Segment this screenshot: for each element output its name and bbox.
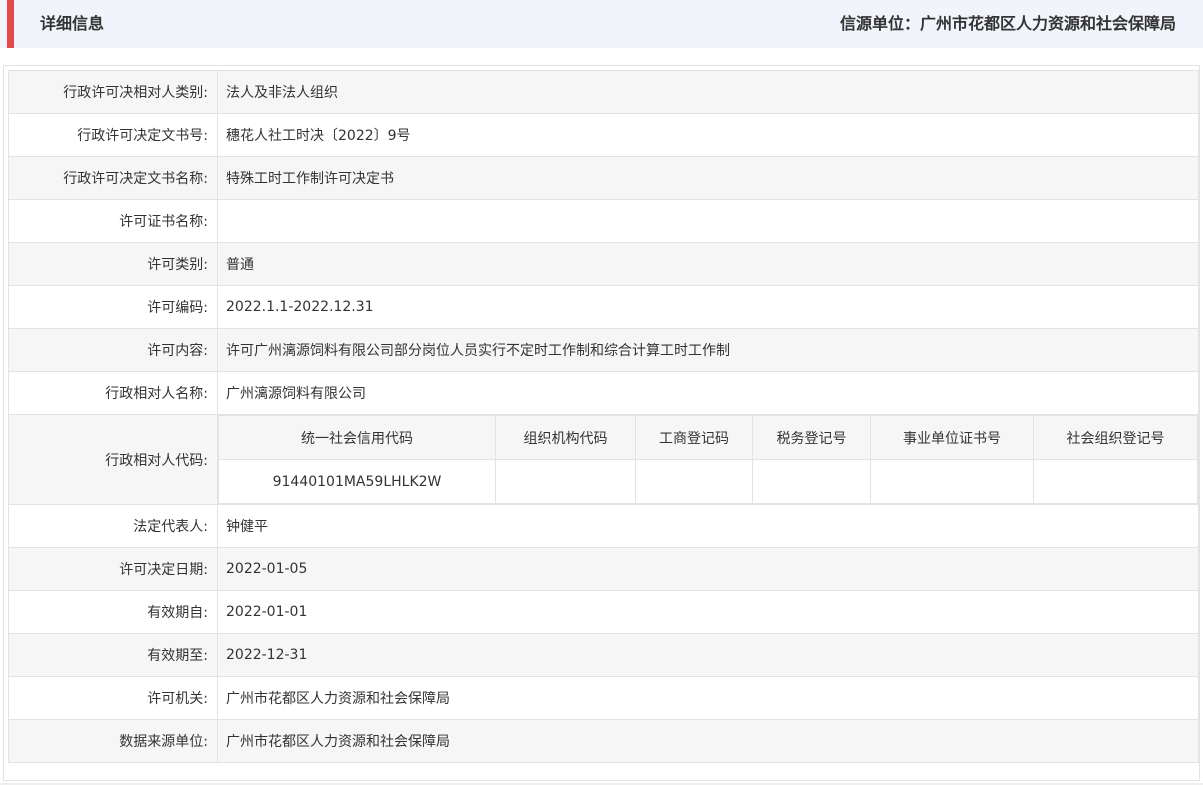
code-table-cell: 统一社会信用代码 组织机构代码 工商登记码 税务登记号 事业单位证书号 社会组织… <box>217 414 1199 505</box>
field-label: 许可内容: <box>8 328 218 372</box>
field-label: 行政许可决相对人类别: <box>8 70 218 114</box>
table-row: 数据来源单位: 广州市花都区人力资源和社会保障局 <box>8 719 1199 763</box>
code-table: 统一社会信用代码 组织机构代码 工商登记码 税务登记号 事业单位证书号 社会组织… <box>218 415 1198 504</box>
field-label: 许可证书名称: <box>8 199 218 243</box>
page-title: 详细信息 <box>40 14 105 33</box>
code-value-row: 91440101MA59LHLK2W <box>218 459 1198 504</box>
field-value: 2022-12-31 <box>217 633 1199 677</box>
field-label: 行政相对人代码: <box>8 414 218 505</box>
table-row: 行政许可决定文书名称: 特殊工时工作制许可决定书 <box>8 156 1199 200</box>
table-row: 法定代表人: 钟健平 <box>8 504 1199 548</box>
field-label: 许可编码: <box>8 285 218 329</box>
table-row: 许可证书名称: <box>8 199 1199 243</box>
field-value <box>217 199 1199 243</box>
field-value: 穗花人社工时决〔2022〕9号 <box>217 113 1199 157</box>
field-label: 许可决定日期: <box>8 547 218 591</box>
code-header: 税务登记号 <box>752 415 871 460</box>
code-value <box>1033 459 1198 504</box>
code-header: 工商登记码 <box>635 415 753 460</box>
detail-table: 行政许可决相对人类别: 法人及非法人组织 行政许可决定文书号: 穗花人社工时决〔… <box>8 70 1199 763</box>
code-header: 事业单位证书号 <box>870 415 1034 460</box>
table-row: 许可类别: 普通 <box>8 242 1199 286</box>
field-value: 广州漓源饲料有限公司 <box>217 371 1199 415</box>
table-row: 有效期至: 2022-12-31 <box>8 633 1199 677</box>
field-value: 广州市花都区人力资源和社会保障局 <box>217 676 1199 720</box>
field-value: 广州市花都区人力资源和社会保障局 <box>217 719 1199 763</box>
field-label: 行政许可决定文书号: <box>8 113 218 157</box>
table-row: 许可机关: 广州市花都区人力资源和社会保障局 <box>8 676 1199 720</box>
field-value: 钟健平 <box>217 504 1199 548</box>
field-value: 许可广州漓源饲料有限公司部分岗位人员实行不定时工作制和综合计算工时工作制 <box>217 328 1199 372</box>
code-value <box>635 459 753 504</box>
field-value: 2022-01-05 <box>217 547 1199 591</box>
source-unit: 信源单位：广州市花都区人力资源和社会保障局 <box>839 14 1176 33</box>
header-accent-bar <box>7 0 14 48</box>
field-label: 法定代表人: <box>8 504 218 548</box>
code-row: 行政相对人代码: 统一社会信用代码 组织机构代码 工商登记码 税务登记号 事业单… <box>8 414 1199 505</box>
code-header: 社会组织登记号 <box>1033 415 1198 460</box>
code-header: 组织机构代码 <box>495 415 636 460</box>
table-row: 许可编码: 2022.1.1-2022.12.31 <box>8 285 1199 329</box>
code-value <box>495 459 636 504</box>
table-row: 行政相对人名称: 广州漓源饲料有限公司 <box>8 371 1199 415</box>
field-label: 许可类别: <box>8 242 218 286</box>
code-header: 统一社会信用代码 <box>218 415 496 460</box>
code-value: 91440101MA59LHLK2W <box>218 459 496 504</box>
table-row: 有效期自: 2022-01-01 <box>8 590 1199 634</box>
field-label: 数据来源单位: <box>8 719 218 763</box>
field-label: 行政相对人名称: <box>8 371 218 415</box>
field-value: 特殊工时工作制许可决定书 <box>217 156 1199 200</box>
field-value: 法人及非法人组织 <box>217 70 1199 114</box>
code-value <box>752 459 871 504</box>
table-row: 行政许可决定文书号: 穗花人社工时决〔2022〕9号 <box>8 113 1199 157</box>
table-row: 行政许可决相对人类别: 法人及非法人组织 <box>8 70 1199 114</box>
detail-header: 详细信息 信源单位：广州市花都区人力资源和社会保障局 <box>0 0 1203 48</box>
field-label: 行政许可决定文书名称: <box>8 156 218 200</box>
field-label: 有效期自: <box>8 590 218 634</box>
table-row: 许可内容: 许可广州漓源饲料有限公司部分岗位人员实行不定时工作制和综合计算工时工… <box>8 328 1199 372</box>
code-header-row: 统一社会信用代码 组织机构代码 工商登记码 税务登记号 事业单位证书号 社会组织… <box>218 415 1198 460</box>
field-value: 2022.1.1-2022.12.31 <box>217 285 1199 329</box>
field-value: 普通 <box>217 242 1199 286</box>
code-value <box>870 459 1034 504</box>
field-value: 2022-01-01 <box>217 590 1199 634</box>
field-label: 许可机关: <box>8 676 218 720</box>
field-label: 有效期至: <box>8 633 218 677</box>
table-row: 许可决定日期: 2022-01-05 <box>8 547 1199 591</box>
